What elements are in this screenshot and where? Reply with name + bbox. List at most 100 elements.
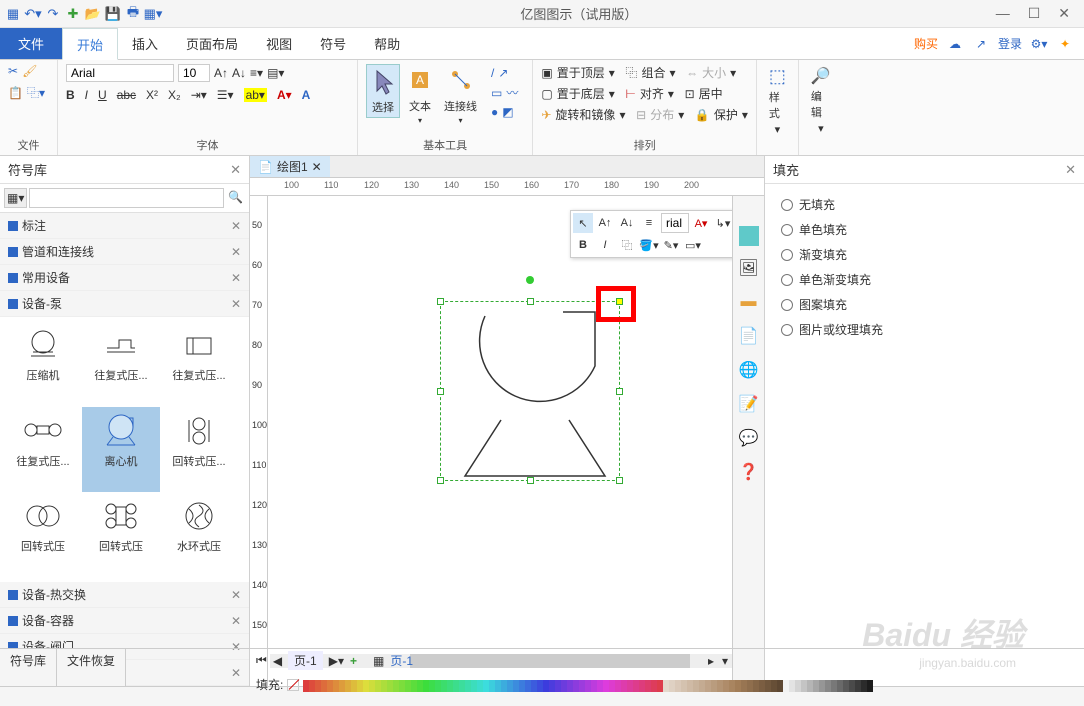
style-button[interactable]: ⬚样式▾ — [765, 64, 790, 138]
undo-icon[interactable]: ↶▾ — [24, 5, 42, 23]
rotation-handle[interactable] — [526, 276, 534, 284]
note-icon[interactable]: 📝 — [737, 392, 761, 416]
category-管道和连接线[interactable]: 管道和连接线✕ — [0, 239, 249, 265]
buy-link[interactable]: 购买 — [914, 35, 938, 52]
arrow-tool-icon[interactable]: ↗ — [498, 66, 508, 80]
page-icon[interactable]: 📄 — [737, 324, 761, 348]
underline-button[interactable]: U — [98, 88, 107, 102]
cut-icon[interactable]: ✂ — [8, 64, 18, 78]
highlight-icon[interactable]: ab▾ — [244, 88, 267, 102]
ft-align-icon[interactable]: ≡ — [639, 213, 659, 233]
bottom-tab-symbol[interactable]: 符号库 — [0, 649, 57, 686]
ft-line-icon[interactable]: ✎▾ — [661, 235, 681, 255]
prev-page-icon[interactable]: ◀ — [273, 654, 282, 668]
fill-opt-mono-gradient[interactable]: 单色渐变填充 — [769, 267, 1080, 292]
category-设备-容器[interactable]: 设备-容器✕ — [0, 608, 249, 634]
group-icon[interactable]: ⿻ — [625, 64, 637, 81]
line-tool-icon[interactable]: / — [491, 66, 494, 80]
case-icon[interactable]: A — [302, 88, 311, 102]
bottom-tab-recovery[interactable]: 文件恢复 — [57, 649, 126, 686]
minimize-button[interactable]: — — [996, 5, 1010, 22]
rotate-icon[interactable]: ✈ — [541, 108, 551, 122]
new-icon[interactable]: ✚ — [64, 5, 82, 23]
layers-icon[interactable]: ▬ — [737, 290, 761, 314]
font-size-select[interactable] — [178, 64, 210, 82]
ft-italic-icon[interactable]: I — [595, 235, 615, 255]
tab-view[interactable]: 视图 — [252, 28, 306, 59]
comment-icon[interactable]: 💬 — [737, 426, 761, 450]
tab-help[interactable]: 帮助 — [360, 28, 414, 59]
select-tool[interactable]: 选择 — [366, 64, 400, 118]
shape-往复式压3[interactable]: 往复式压... — [4, 407, 82, 493]
rect-tool-icon[interactable]: ▭ — [491, 86, 502, 100]
list-icon[interactable]: ☰▾ — [217, 88, 234, 102]
ft-bigger-icon[interactable]: A↑ — [595, 213, 615, 233]
send-back-icon[interactable]: ▢ — [541, 87, 552, 101]
protect-icon[interactable]: 🔒 — [695, 108, 710, 122]
close-button[interactable]: ✕ — [1058, 5, 1070, 22]
login-link[interactable]: 登录 — [998, 35, 1022, 52]
format-painter-icon[interactable]: 🖌 — [22, 64, 37, 78]
bold-button[interactable]: B — [66, 88, 75, 102]
indent-icon[interactable]: ⇥▾ — [191, 88, 207, 102]
fill-opt-solid[interactable]: 单色填充 — [769, 217, 1080, 242]
shape-往复式压1[interactable]: 往复式压... — [82, 321, 160, 407]
tab-insert[interactable]: 插入 — [118, 28, 172, 59]
connector-tool[interactable]: 连接线▾ — [440, 64, 481, 127]
tab-page-layout[interactable]: 页面布局 — [172, 28, 252, 59]
handle-e[interactable] — [616, 388, 623, 395]
shape-往复式压2[interactable]: 往复式压... — [160, 321, 238, 407]
no-fill-icon[interactable] — [287, 679, 299, 691]
font-name-select[interactable] — [66, 64, 174, 82]
superscript-icon[interactable]: X² — [146, 88, 158, 102]
center-icon[interactable]: ⊡ — [685, 87, 695, 101]
freehand-icon[interactable]: 〰 — [506, 84, 518, 101]
ft-bold-icon[interactable]: B — [573, 235, 593, 255]
fill-opt-gradient[interactable]: 渐变填充 — [769, 242, 1080, 267]
symbol-search-input[interactable] — [29, 188, 224, 208]
image-icon[interactable]: 🖼 — [737, 256, 761, 280]
ft-cursor-icon[interactable]: ↖ — [573, 213, 593, 233]
increase-font-icon[interactable]: A↑ — [214, 66, 228, 80]
paste-icon[interactable]: 📋 — [8, 86, 23, 100]
next-page-icon[interactable]: ▶▾ — [329, 654, 344, 668]
redo-icon[interactable]: ↷ — [44, 5, 62, 23]
copy-icon[interactable]: ⿻▾ — [27, 84, 45, 101]
shape-离心机[interactable]: 离心机 — [82, 407, 160, 493]
crop-icon[interactable]: ◩ — [502, 105, 513, 119]
cloud-icon[interactable]: ☁ — [946, 35, 964, 53]
print-icon[interactable]: 🖶 — [124, 5, 142, 23]
tab-start[interactable]: 开始 — [62, 28, 118, 60]
page-tab[interactable]: 页-1 — [288, 651, 323, 670]
size-icon[interactable]: ⇔ — [686, 66, 698, 80]
pages-dropdown-icon[interactable]: ▦ — [373, 654, 384, 668]
color-palette[interactable] — [303, 680, 873, 692]
category-picker-icon[interactable]: ▦▾ — [4, 188, 27, 208]
strike-button[interactable]: abc — [117, 88, 136, 102]
handle-se[interactable] — [616, 477, 623, 484]
drawing-canvas[interactable]: 50 60 70 80 90 100 110 120 130 140 150 — [250, 196, 764, 686]
italic-button[interactable]: I — [85, 88, 88, 102]
shape-回转式压2[interactable]: 回转式压 — [4, 492, 82, 578]
edit-button[interactable]: 🔎编辑▾ — [807, 64, 835, 137]
shape-压缩机[interactable]: 压缩机 — [4, 321, 82, 407]
color-swatch[interactable] — [867, 680, 873, 692]
ellipse-tool-icon[interactable]: ● — [491, 105, 498, 119]
ft-style-icon[interactable]: ▭▾ — [683, 235, 703, 255]
handle-n[interactable] — [527, 298, 534, 305]
search-icon[interactable]: 🔍 — [226, 188, 245, 208]
ft-font-input[interactable] — [661, 213, 689, 233]
ft-copy-icon[interactable]: ⿻ — [617, 235, 637, 255]
save-icon[interactable]: 💾 — [104, 5, 122, 23]
decrease-font-icon[interactable]: A↓ — [232, 66, 246, 80]
shape-水环式压[interactable]: 水环式压 — [160, 492, 238, 578]
tab-symbol[interactable]: 符号 — [306, 28, 360, 59]
distribute-icon[interactable]: ⊟ — [636, 108, 646, 122]
font-color-icon[interactable]: A▾ — [277, 88, 292, 102]
page-link[interactable]: 页-1 — [390, 652, 413, 669]
ft-connector-icon[interactable]: ↳▾ — [713, 213, 733, 233]
first-page-icon[interactable]: ⏮ — [256, 653, 267, 668]
handle-s[interactable] — [527, 477, 534, 484]
text-tool[interactable]: A 文本▾ — [404, 64, 436, 127]
bring-front-icon[interactable]: ▣ — [541, 66, 552, 80]
